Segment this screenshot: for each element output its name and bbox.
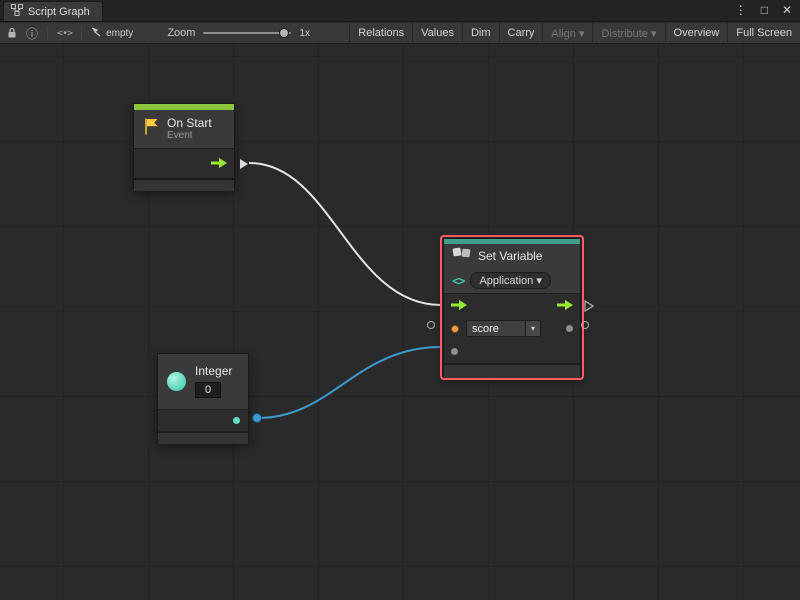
toolbar-button-relations[interactable]: Relations	[349, 23, 412, 44]
integer-output-stub[interactable]	[252, 413, 262, 423]
on-start-header: On Start Event	[134, 110, 234, 148]
toolbar-button-values[interactable]: Values	[412, 23, 462, 44]
toolbar-button-align[interactable]: Align ▾	[542, 23, 592, 44]
value-port-row	[444, 340, 580, 363]
zoom-label: Zoom	[167, 27, 195, 39]
inspect-icon[interactable]: ⓘ	[26, 25, 38, 42]
code-preview-icon[interactable]: <•>	[57, 28, 72, 39]
on-start-flow-output-stub[interactable]	[239, 157, 249, 175]
titlebar: Script Graph ⋮ □ ✕	[0, 0, 800, 22]
node-title: Set Variable	[478, 250, 542, 263]
toolbar-button-overview[interactable]: Overview	[665, 23, 728, 44]
flag-icon	[142, 117, 160, 141]
graph-toolbar: ⓘ <•> empty Zoom 1x Relations Values Dim…	[0, 23, 800, 44]
node-on-start[interactable]: On Start Event	[133, 103, 235, 190]
integer-value-field[interactable]: 0	[195, 382, 221, 398]
name-port-row: score ▾	[444, 317, 580, 340]
integer-ports	[158, 410, 248, 431]
variable-scope-dropdown[interactable]: Application ▾	[470, 272, 550, 289]
toolbar-buttons: Relations Values Dim Carry Align ▾ Distr…	[349, 23, 800, 44]
zoom-value: 1x	[299, 28, 310, 39]
integer-icon	[167, 372, 186, 391]
on-start-ports	[134, 149, 234, 178]
window-controls: ⋮ □ ✕	[735, 0, 800, 21]
wire-onstart-to-setvariable	[249, 163, 441, 305]
variable-name-dropdown-caret[interactable]: ▾	[526, 320, 541, 337]
flow-input-port[interactable]	[451, 297, 467, 315]
selection-indicator: empty	[91, 27, 133, 40]
variable-name-field-group: score ▾	[466, 320, 541, 337]
value-input-port[interactable]	[451, 348, 458, 355]
set-variable-header: Set Variable <> Application ▾	[444, 244, 580, 293]
zoom-control: Zoom 1x	[167, 27, 310, 39]
window-menu-icon[interactable]: ⋮	[735, 0, 747, 21]
graph-canvas[interactable]: On Start Event Set Variabl	[0, 44, 800, 600]
wire-integer-to-setvariable	[258, 347, 441, 418]
flow-port-row	[444, 294, 580, 317]
toolbar-button-carry[interactable]: Carry	[499, 23, 543, 44]
selection-label: empty	[106, 28, 133, 39]
pointer-icon	[91, 27, 102, 40]
connection-wires	[0, 44, 800, 600]
toolbar-button-distribute[interactable]: Distribute ▾	[592, 23, 664, 44]
set-variable-value-output-stub[interactable]	[581, 321, 589, 329]
set-variable-ports: score ▾	[444, 294, 580, 363]
node-title: On Start	[167, 117, 212, 130]
toolbar-left-group: ⓘ <•> empty	[0, 25, 133, 42]
tab-label: Script Graph	[28, 6, 90, 18]
node-integer[interactable]: Integer 0	[157, 353, 249, 443]
set-variable-flow-output-stub[interactable]	[584, 299, 594, 317]
set-variable-name-input-stub[interactable]	[427, 321, 435, 329]
node-set-variable[interactable]: Set Variable <> Application ▾	[443, 238, 581, 377]
node-title: Integer	[195, 365, 232, 378]
variable-name-field[interactable]: score	[466, 320, 526, 337]
toolbar-button-dim[interactable]: Dim	[462, 23, 499, 44]
window-close-icon[interactable]: ✕	[782, 0, 792, 21]
zoom-slider[interactable]	[203, 28, 291, 38]
value-output-port[interactable]	[566, 325, 573, 332]
integer-output-port[interactable]	[233, 417, 240, 424]
variable-kind-icon: <>	[452, 274, 464, 288]
script-graph-window: Script Graph ⋮ □ ✕ ⓘ <•> empty Zoom	[0, 0, 800, 600]
toolbar-button-fullscreen[interactable]: Full Screen	[727, 23, 800, 44]
integer-header: Integer 0	[158, 354, 248, 409]
tab-script-graph[interactable]: Script Graph	[3, 1, 103, 21]
zoom-slider-knob[interactable]	[279, 28, 289, 38]
variables-icon	[452, 247, 472, 265]
variable-name-input-port[interactable]	[451, 325, 459, 333]
script-graph-icon	[11, 4, 23, 19]
flow-output-port[interactable]	[211, 155, 227, 173]
window-maximize-icon[interactable]: □	[761, 0, 768, 21]
toolbar-separator	[81, 26, 82, 40]
lock-icon[interactable]	[7, 27, 17, 39]
flow-output-port[interactable]	[557, 297, 573, 315]
toolbar-separator	[47, 26, 48, 40]
node-subtitle: Event	[167, 130, 212, 142]
